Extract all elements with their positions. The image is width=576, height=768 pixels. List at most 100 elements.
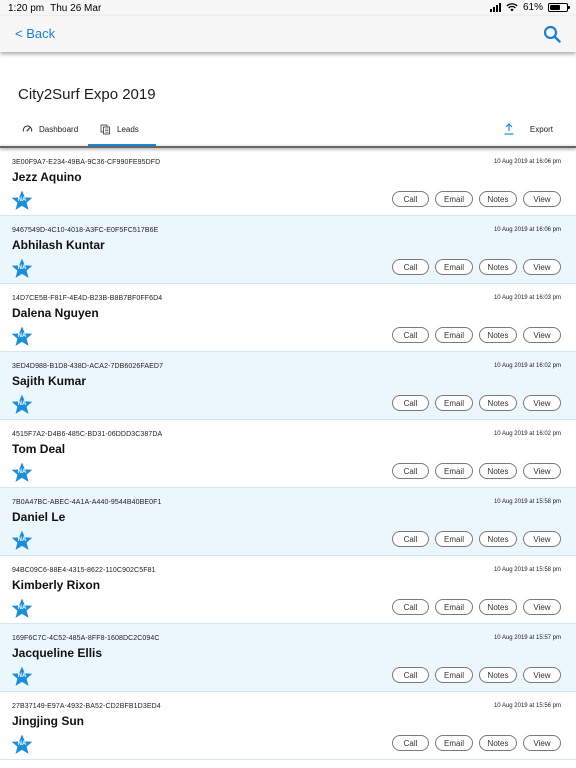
view-button[interactable]: View bbox=[523, 463, 561, 479]
battery-icon bbox=[548, 3, 570, 12]
lead-actions: Call Email Notes View bbox=[392, 395, 561, 411]
view-button[interactable]: View bbox=[523, 191, 561, 207]
email-button[interactable]: Email bbox=[435, 191, 473, 207]
status-badge: NA bbox=[11, 190, 33, 211]
status-badge: NA bbox=[11, 326, 33, 347]
cellular-signal-icon bbox=[489, 3, 501, 12]
view-button[interactable]: View bbox=[523, 599, 561, 615]
lead-actions: Call Email Notes View bbox=[392, 531, 561, 547]
notes-button[interactable]: Notes bbox=[479, 259, 517, 275]
lead-timestamp: 10 Aug 2019 at 16:03 pm bbox=[493, 295, 561, 301]
lead-row[interactable]: 169F6C7C-4C52-485A-8FF8-1608DC2C094C 10 … bbox=[0, 624, 576, 692]
clock-time: 1:20 pm bbox=[8, 3, 45, 14]
view-button[interactable]: View bbox=[523, 531, 561, 547]
lead-timestamp: 10 Aug 2019 at 16:06 pm bbox=[493, 227, 561, 233]
view-button[interactable]: View bbox=[523, 327, 561, 343]
leads-list: 3E00F9A7-E234-49BA-9C36-CF990FE95DFD 10 … bbox=[0, 148, 576, 760]
lead-name: Jingjing Sun bbox=[12, 714, 84, 728]
lead-actions: Call Email Notes View bbox=[392, 191, 561, 207]
view-button[interactable]: View bbox=[523, 735, 561, 751]
email-button[interactable]: Email bbox=[435, 667, 473, 683]
call-button[interactable]: Call bbox=[392, 599, 429, 615]
lead-name: Daniel Le bbox=[12, 510, 66, 524]
lead-name: Abhilash Kuntar bbox=[12, 238, 105, 252]
notes-button[interactable]: Notes bbox=[479, 395, 517, 411]
lead-timestamp: 10 Aug 2019 at 15:56 pm bbox=[493, 703, 561, 709]
upload-icon bbox=[504, 123, 514, 135]
lead-actions: Call Email Notes View bbox=[392, 259, 561, 275]
lead-id: 4515F7A2-D4B6-485C-BD31-06DDD3C387DA bbox=[12, 431, 163, 438]
status-badge-text: NA bbox=[17, 333, 27, 339]
tab-leads[interactable]: Leads bbox=[100, 124, 139, 135]
email-button[interactable]: Email bbox=[435, 599, 473, 615]
page-title: City2Surf Expo 2019 bbox=[18, 86, 156, 103]
call-button[interactable]: Call bbox=[392, 395, 429, 411]
lead-row[interactable]: 9467549D-4C10-4018-A3FC-E0F5FC517B6E 10 … bbox=[0, 216, 576, 284]
notes-button[interactable]: Notes bbox=[479, 191, 517, 207]
status-badge-text: NA bbox=[17, 197, 27, 203]
back-button[interactable]: < Back bbox=[15, 26, 55, 41]
lead-name: Tom Deal bbox=[12, 442, 66, 456]
view-button[interactable]: View bbox=[523, 395, 561, 411]
tab-dashboard[interactable]: Dashboard bbox=[22, 124, 78, 135]
notes-button[interactable]: Notes bbox=[479, 531, 517, 547]
lead-row[interactable]: 3E00F9A7-E234-49BA-9C36-CF990FE95DFD 10 … bbox=[0, 148, 576, 216]
status-badge: NA bbox=[11, 598, 33, 619]
lead-id: 9467549D-4C10-4018-A3FC-E0F5FC517B6E bbox=[12, 227, 159, 234]
lead-id: 7B0A47BC-ABEC-4A1A-A440-9544B40BE0F1 bbox=[12, 499, 162, 506]
status-bar: 1:20 pm Thu 26 Mar 61% bbox=[0, 0, 576, 16]
email-button[interactable]: Email bbox=[435, 463, 473, 479]
status-badge-text: NA bbox=[17, 673, 27, 679]
lead-row[interactable]: 94BC09C6-88E4-4315-8622-110C902C5F81 10 … bbox=[0, 556, 576, 624]
lead-row[interactable]: 14D7CE5B-F81F-4E4D-B23B-B8B7BF0FF6D4 10 … bbox=[0, 284, 576, 352]
search-icon[interactable] bbox=[543, 25, 561, 43]
notes-button[interactable]: Notes bbox=[479, 599, 517, 615]
lead-row[interactable]: 27B37149-E97A-4932-BA52-CD2BFB1D3ED4 10 … bbox=[0, 692, 576, 760]
export-button[interactable]: Export bbox=[504, 123, 553, 135]
email-button[interactable]: Email bbox=[435, 531, 473, 547]
call-button[interactable]: Call bbox=[392, 463, 429, 479]
status-badge-text: NA bbox=[17, 401, 27, 407]
email-button[interactable]: Email bbox=[435, 735, 473, 751]
status-indicators: 61% bbox=[489, 2, 570, 13]
lead-row[interactable]: 3ED4D988-B1D8-438D-ACA2-7DB6026FAED7 10 … bbox=[0, 352, 576, 420]
view-button[interactable]: View bbox=[523, 259, 561, 275]
status-badge-text: NA bbox=[17, 537, 27, 543]
status-badge: NA bbox=[11, 462, 33, 483]
call-button[interactable]: Call bbox=[392, 327, 429, 343]
battery-percent: 61% bbox=[522, 2, 543, 13]
lead-actions: Call Email Notes View bbox=[392, 327, 561, 343]
status-badge-text: NA bbox=[17, 605, 27, 611]
call-button[interactable]: Call bbox=[392, 191, 429, 207]
status-badge: NA bbox=[11, 258, 33, 279]
notes-button[interactable]: Notes bbox=[479, 327, 517, 343]
email-button[interactable]: Email bbox=[435, 327, 473, 343]
lead-name: Jacqueline Ellis bbox=[12, 646, 103, 660]
status-time: 1:20 pm Thu 26 Mar bbox=[8, 3, 101, 14]
navigation-bar: < Back bbox=[0, 16, 576, 52]
call-button[interactable]: Call bbox=[392, 531, 429, 547]
status-badge-text: NA bbox=[17, 265, 27, 271]
lead-timestamp: 10 Aug 2019 at 15:58 pm bbox=[493, 567, 561, 573]
lead-actions: Call Email Notes View bbox=[392, 599, 561, 615]
call-button[interactable]: Call bbox=[392, 735, 429, 751]
leads-icon bbox=[100, 124, 110, 135]
status-badge-text: NA bbox=[17, 469, 27, 475]
battery-level bbox=[550, 5, 560, 10]
lead-row[interactable]: 7B0A47BC-ABEC-4A1A-A440-9544B40BE0F1 10 … bbox=[0, 488, 576, 556]
lead-name: Sajith Kumar bbox=[12, 374, 87, 388]
email-button[interactable]: Email bbox=[435, 395, 473, 411]
notes-button[interactable]: Notes bbox=[479, 735, 517, 751]
view-button[interactable]: View bbox=[523, 667, 561, 683]
status-badge: NA bbox=[11, 530, 33, 551]
call-button[interactable]: Call bbox=[392, 259, 429, 275]
notes-button[interactable]: Notes bbox=[479, 463, 517, 479]
lead-name: Dalena Nguyen bbox=[12, 306, 99, 320]
lead-row[interactable]: 4515F7A2-D4B6-485C-BD31-06DDD3C387DA 10 … bbox=[0, 420, 576, 488]
email-button[interactable]: Email bbox=[435, 259, 473, 275]
tab-bar: Dashboard Leads Export bbox=[0, 118, 576, 146]
tab-leads-label: Leads bbox=[117, 125, 139, 134]
call-button[interactable]: Call bbox=[392, 667, 429, 683]
notes-button[interactable]: Notes bbox=[479, 667, 517, 683]
clock-date: Thu 26 Mar bbox=[50, 3, 102, 14]
